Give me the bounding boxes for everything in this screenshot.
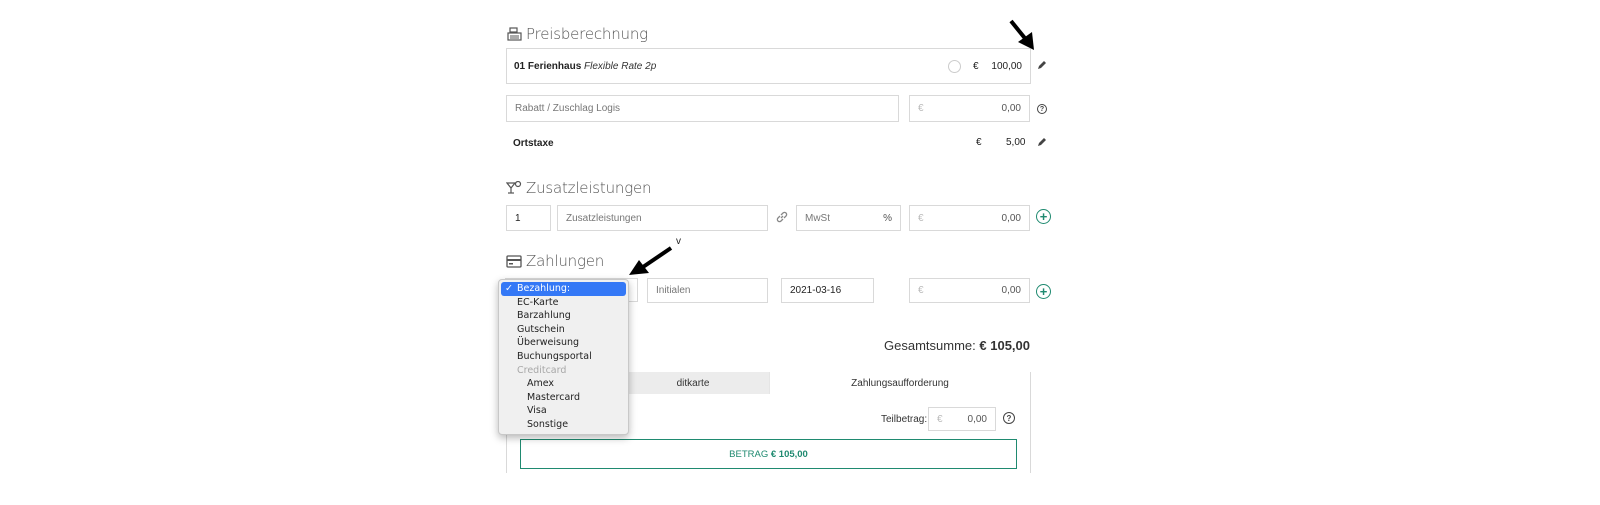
- quantity-input[interactable]: 1: [506, 205, 551, 231]
- zusatzleistungen-title: Zusatzleistungen: [526, 179, 652, 197]
- teilbetrag-currency: €: [937, 413, 943, 425]
- dropdown-option[interactable]: Gutschein: [499, 323, 628, 337]
- rate-row: 01 Ferienhaus Flexible Rate 2p € 100,00: [506, 48, 1031, 84]
- dropdown-group-label: Creditcard: [517, 364, 567, 376]
- teilbetrag-help-icon[interactable]: ?: [1003, 412, 1015, 424]
- rabatt-amount-input[interactable]: € 0,00: [909, 95, 1030, 122]
- rabatt-currency: €: [918, 103, 924, 114]
- preisberechnung-heading: Preisberechnung: [506, 25, 648, 43]
- tab-zahlungsaufforderung-label: Zahlungsaufforderung: [851, 377, 949, 389]
- zusatzleistung-input[interactable]: Zusatzleistungen: [557, 205, 768, 231]
- zusatz-amount-input[interactable]: € 0,00: [909, 205, 1030, 231]
- mwst-percent: %: [883, 212, 892, 224]
- quantity-value: 1: [515, 212, 521, 224]
- teilbetrag-input[interactable]: € 0,00: [928, 407, 996, 431]
- link-icon[interactable]: [775, 210, 789, 229]
- zusatz-value: 0,00: [1001, 212, 1021, 224]
- total-value: € 105,00: [979, 338, 1030, 353]
- mwst-placeholder: MwSt: [805, 212, 830, 224]
- dropdown-sub-option[interactable]: Visa: [499, 404, 628, 418]
- payment-currency: €: [918, 285, 924, 296]
- checkmark-icon: ✓: [505, 283, 513, 294]
- dropdown-sub-option[interactable]: Sonstige: [499, 418, 628, 432]
- tab-kreditkarte-label: ditkarte: [676, 377, 710, 389]
- pencil-icon[interactable]: [1036, 58, 1048, 76]
- total-label: Gesamtsumme:: [884, 338, 976, 353]
- rabatt-value: 0,00: [1001, 103, 1021, 114]
- total-line: Gesamtsumme: € 105,00: [884, 338, 1030, 353]
- zusatz-currency: €: [918, 212, 924, 224]
- date-value: 2021-03-16: [790, 285, 842, 296]
- rate-currency: €: [973, 61, 979, 72]
- ortstaxe-currency: €: [976, 137, 982, 148]
- teilbetrag-value: 0,00: [967, 413, 987, 425]
- rabatt-input[interactable]: Rabatt / Zuschlag Logis: [506, 95, 899, 122]
- betrag-value: € 105,00: [770, 448, 808, 460]
- rate-amount: 100,00: [991, 61, 1022, 72]
- dropdown-option[interactable]: Überweisung: [499, 336, 628, 350]
- zusatzleistungen-heading: Zusatzleistungen: [506, 179, 652, 197]
- credit-card-icon: [506, 253, 522, 269]
- zahlungen-heading: Zahlungen: [506, 252, 604, 270]
- tab-zahlungsaufforderung[interactable]: Zahlungsaufforderung: [769, 372, 1030, 394]
- dropdown-option[interactable]: Buchungsportal: [499, 350, 628, 364]
- zahlungen-title: Zahlungen: [526, 252, 605, 270]
- teilbetrag-label: Teilbetrag:: [881, 414, 928, 425]
- add-payment-plus-icon[interactable]: +: [1036, 284, 1051, 299]
- zusatzleistung-placeholder: Zusatzleistungen: [566, 212, 642, 224]
- payment-value: 0,00: [1001, 285, 1021, 296]
- initialen-placeholder: Initialen: [656, 285, 691, 296]
- annotation-arrow-icon: [1008, 18, 1036, 57]
- initialen-input[interactable]: Initialen: [647, 278, 768, 303]
- rabatt-placeholder: Rabatt / Zuschlag Logis: [515, 103, 621, 114]
- ortstaxe-value: 5,00: [1006, 137, 1026, 148]
- payment-amount-input[interactable]: € 0,00: [909, 278, 1030, 303]
- payment-type-dropdown[interactable]: ✓ Bezahlung: EC-Karte Barzahlung Gutsche…: [498, 279, 629, 435]
- dropdown-sub-option[interactable]: Mastercard: [499, 391, 628, 405]
- cash-register-icon: [506, 26, 522, 42]
- dropdown-option-selected[interactable]: ✓ Bezahlung:: [501, 282, 626, 296]
- selected-label: Bezahlung:: [517, 283, 571, 294]
- add-zusatz-plus-icon[interactable]: +: [1036, 209, 1051, 224]
- dropdown-option[interactable]: Barzahlung: [499, 309, 628, 323]
- betrag-button[interactable]: BETRAG € 105,00: [520, 439, 1017, 469]
- cocktail-icon: [506, 180, 522, 196]
- ortstaxe-label: Ortstaxe: [513, 138, 554, 149]
- date-input[interactable]: 2021-03-16: [781, 278, 874, 303]
- annotation-letter: v: [676, 236, 681, 247]
- mwst-input[interactable]: MwSt %: [796, 205, 901, 231]
- help-icon[interactable]: ?: [1037, 104, 1047, 114]
- preisberechnung-title: Preisberechnung: [526, 25, 648, 43]
- rate-name: Flexible Rate 2p: [584, 61, 657, 72]
- betrag-label: BETRAG: [729, 448, 769, 460]
- dropdown-option[interactable]: EC-Karte: [499, 296, 628, 310]
- dropdown-sub-option[interactable]: Amex: [499, 377, 628, 391]
- unit-name: 01 Ferienhaus: [514, 61, 582, 72]
- ortstaxe-pencil-icon[interactable]: [1036, 135, 1048, 153]
- rate-radio[interactable]: [948, 60, 961, 73]
